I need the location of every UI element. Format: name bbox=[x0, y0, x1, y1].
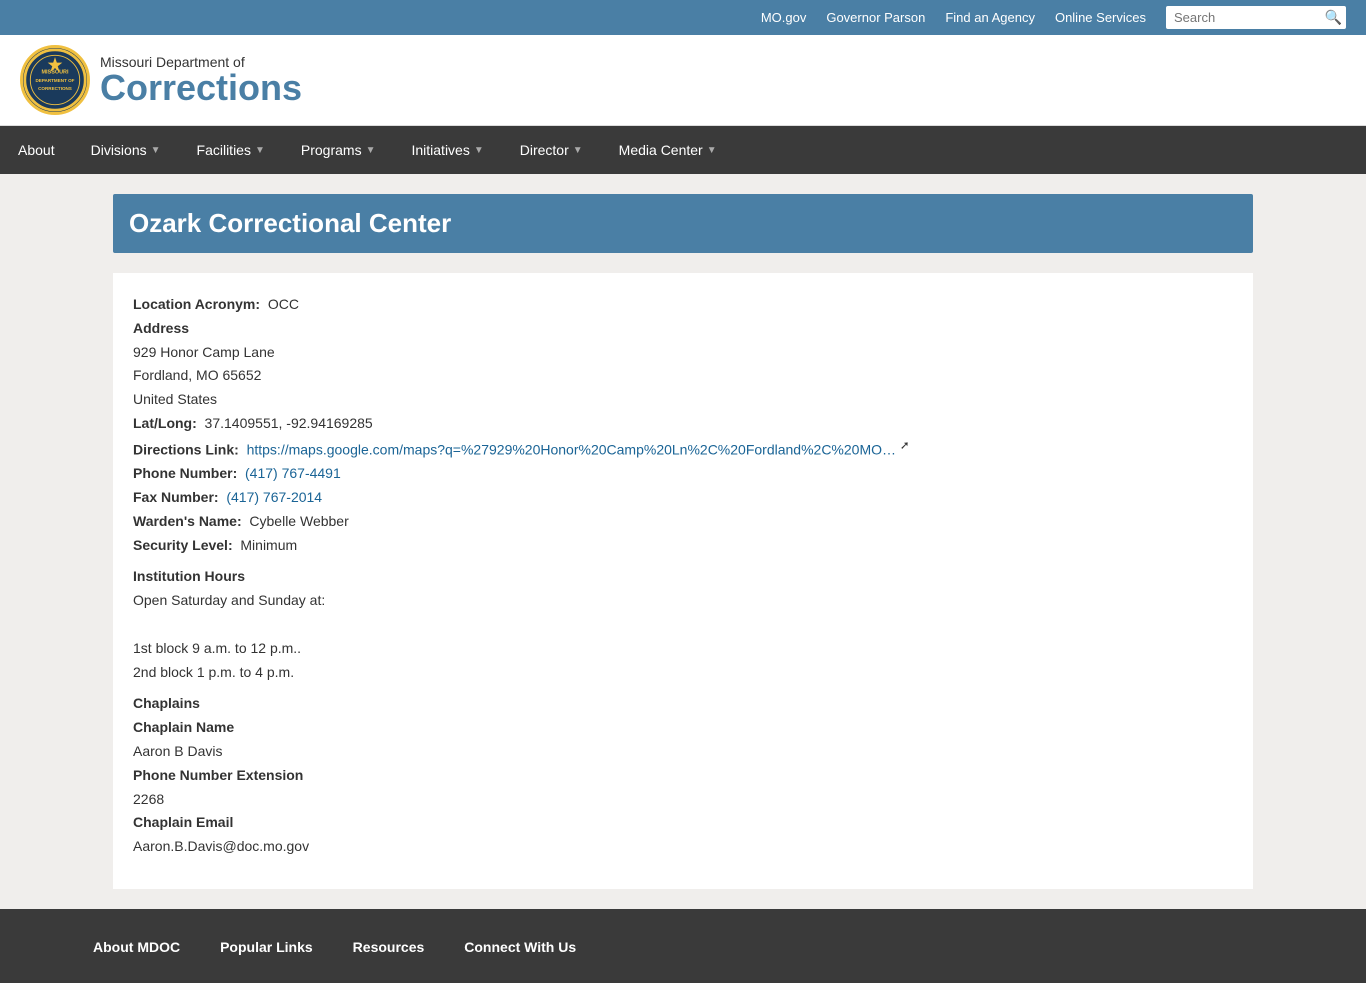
phone-link[interactable]: (417) 767-4491 bbox=[245, 465, 341, 481]
agency-seal: MISSOURI DEPARTMENT OF CORRECTIONS bbox=[20, 45, 90, 115]
chaplain-name-label: Chaplain Name bbox=[133, 719, 234, 735]
fax-label: Fax Number: bbox=[133, 489, 219, 505]
location-acronym-value: OCC bbox=[268, 296, 299, 312]
footer-columns: About MDOC Popular Links Resources Conne… bbox=[93, 939, 1273, 963]
chaplain-email-label: Chaplain Email bbox=[133, 814, 233, 830]
institution-hours-text: Open Saturday and Sunday at: bbox=[133, 589, 1233, 613]
svg-text:CORRECTIONS: CORRECTIONS bbox=[38, 86, 72, 91]
footer-col-about: About MDOC bbox=[93, 939, 180, 963]
footer-col-popular: Popular Links bbox=[220, 939, 313, 963]
address-line3: United States bbox=[133, 388, 1233, 412]
footer-col-connect: Connect With Us bbox=[464, 939, 576, 963]
info-section: Location Acronym: OCC Address 929 Honor … bbox=[113, 273, 1253, 889]
fax-link[interactable]: (417) 767-2014 bbox=[226, 489, 322, 505]
main-nav: About Divisions ▼ Facilities ▼ Programs … bbox=[0, 126, 1366, 174]
initiatives-caret: ▼ bbox=[474, 145, 484, 156]
divisions-caret: ▼ bbox=[151, 145, 161, 156]
corrections-label: Corrections bbox=[100, 70, 302, 106]
phone-ext-label: Phone Number Extension bbox=[133, 767, 303, 783]
institution-hours-heading: Institution Hours bbox=[133, 565, 1233, 589]
search-input[interactable] bbox=[1166, 6, 1346, 29]
directions-link[interactable]: https://maps.google.com/maps?q=%27929%20… bbox=[247, 441, 896, 457]
address-line1: 929 Honor Camp Lane bbox=[133, 341, 1233, 365]
site-header: MISSOURI DEPARTMENT OF CORRECTIONS Misso… bbox=[0, 35, 1366, 126]
security-value: Minimum bbox=[240, 537, 297, 553]
phone-ext-value: 2268 bbox=[133, 788, 1233, 812]
warden-label: Warden's Name: bbox=[133, 513, 242, 529]
logo-text: Missouri Department of Corrections bbox=[100, 54, 302, 106]
location-acronym-label: Location Acronym: bbox=[133, 296, 260, 312]
nav-facilities[interactable]: Facilities ▼ bbox=[179, 126, 283, 174]
svg-text:DEPARTMENT OF: DEPARTMENT OF bbox=[36, 78, 75, 83]
media-center-caret: ▼ bbox=[707, 145, 717, 156]
logo-wrap: MISSOURI DEPARTMENT OF CORRECTIONS Misso… bbox=[20, 45, 302, 115]
footer-col3-heading: Resources bbox=[353, 939, 425, 955]
search-wrap: 🔍 bbox=[1166, 6, 1346, 29]
nav-programs[interactable]: Programs ▼ bbox=[283, 126, 394, 174]
nav-about[interactable]: About bbox=[0, 126, 73, 174]
nav-director[interactable]: Director ▼ bbox=[502, 126, 601, 174]
lat-long-label: Lat/Long: bbox=[133, 415, 197, 431]
content-wrap: Ozark Correctional Center Location Acron… bbox=[93, 194, 1273, 889]
security-label: Security Level: bbox=[133, 537, 233, 553]
top-bar: MO.gov Governor Parson Find an Agency On… bbox=[0, 0, 1366, 35]
chaplain-name-value: Aaron B Davis bbox=[133, 740, 1233, 764]
address-label: Address bbox=[133, 320, 189, 336]
search-button[interactable]: 🔍 bbox=[1325, 9, 1342, 26]
footer-col-resources: Resources bbox=[353, 939, 425, 963]
facilities-caret: ▼ bbox=[255, 145, 265, 156]
nav-initiatives[interactable]: Initiatives ▼ bbox=[393, 126, 501, 174]
warden-value: Cybelle Webber bbox=[249, 513, 348, 529]
footer-col2-heading: Popular Links bbox=[220, 939, 313, 955]
nav-media-center[interactable]: Media Center ▼ bbox=[601, 126, 735, 174]
address-line2: Fordland, MO 65652 bbox=[133, 364, 1233, 388]
directions-label: Directions Link: bbox=[133, 441, 239, 457]
mo-gov-link[interactable]: MO.gov bbox=[761, 10, 807, 25]
online-services-link[interactable]: Online Services bbox=[1055, 10, 1146, 25]
block2-text: 2nd block 1 p.m. to 4 p.m. bbox=[133, 661, 1233, 685]
director-caret: ▼ bbox=[573, 145, 583, 156]
external-link-icon: ➚ bbox=[900, 439, 910, 452]
site-footer: About MDOC Popular Links Resources Conne… bbox=[0, 909, 1366, 983]
block1-text: 1st block 9 a.m. to 12 p.m.. bbox=[133, 637, 1233, 661]
page-title: Ozark Correctional Center bbox=[113, 194, 1253, 253]
svg-text:MISSOURI: MISSOURI bbox=[41, 70, 69, 76]
footer-col4-heading: Connect With Us bbox=[464, 939, 576, 955]
chaplain-email-value: Aaron.B.Davis@doc.mo.gov bbox=[133, 835, 1233, 859]
governor-link[interactable]: Governor Parson bbox=[826, 10, 925, 25]
programs-caret: ▼ bbox=[366, 145, 376, 156]
phone-label: Phone Number: bbox=[133, 465, 237, 481]
chaplains-heading: Chaplains bbox=[133, 692, 1233, 716]
lat-long-value: 37.1409551, -92.94169285 bbox=[205, 415, 373, 431]
find-agency-link[interactable]: Find an Agency bbox=[945, 10, 1035, 25]
nav-divisions[interactable]: Divisions ▼ bbox=[73, 126, 179, 174]
footer-col1-heading: About MDOC bbox=[93, 939, 180, 955]
